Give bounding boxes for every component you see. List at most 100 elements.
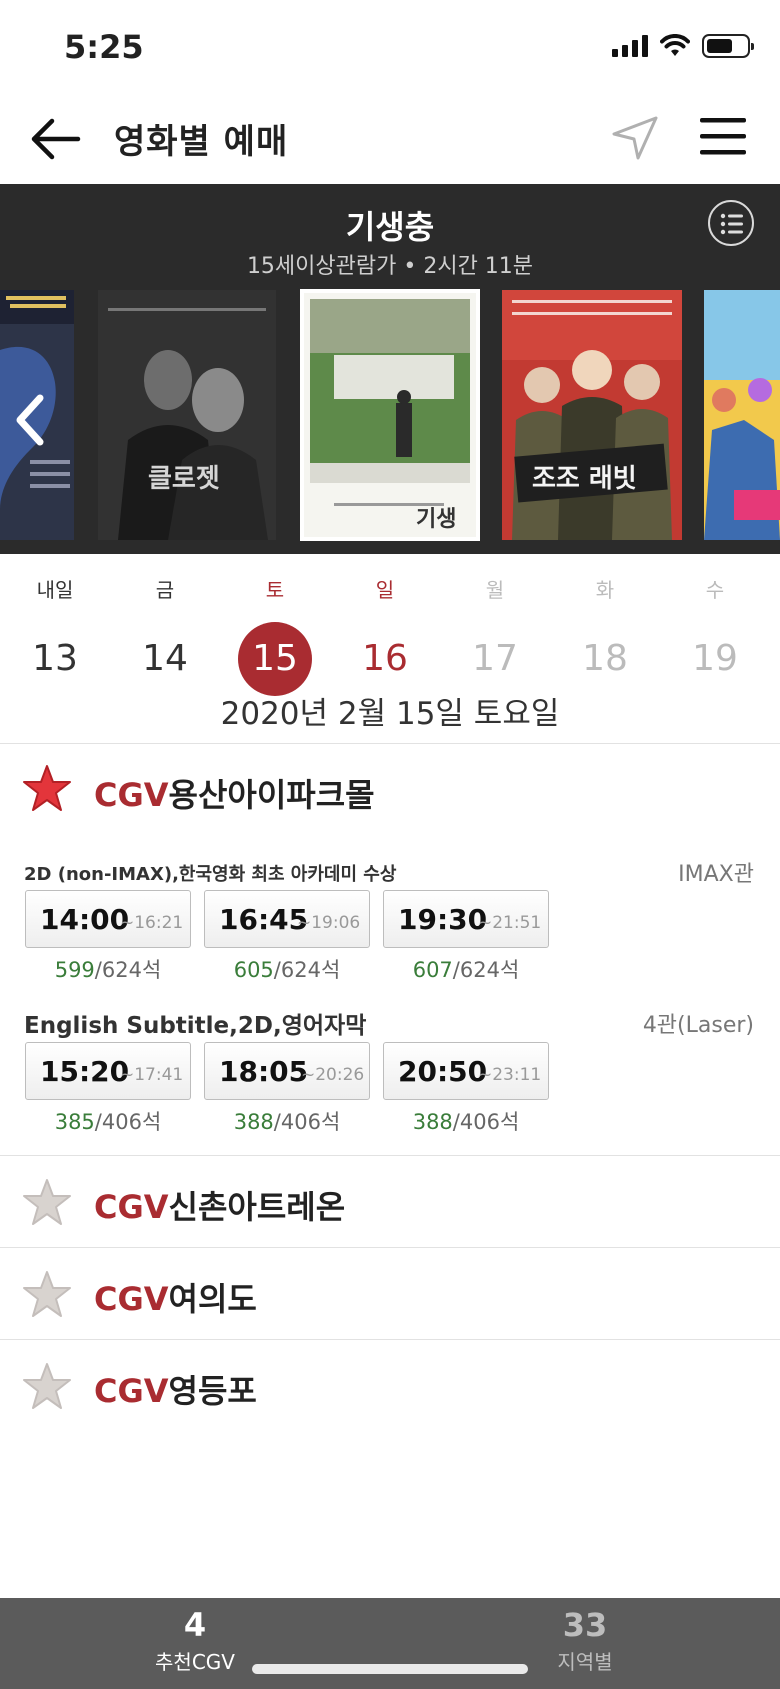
date-weekday: 화 [595,578,615,602]
theater-header[interactable]: CGV용산아이파크몰 [0,744,780,832]
theater-brand: CGV [94,1372,169,1410]
seat-availability: 599/624석 [25,954,191,984]
cellular-signal-icon [612,35,648,57]
poster-image [704,290,780,540]
seats-available: 388 [233,1110,274,1134]
theater-name: CGV영등포 [94,1366,257,1412]
back-arrow-icon[interactable] [28,114,84,164]
movie-header: 기생충 15세이상관람가 • 2시간 11분 클로젯 기생 조조 래빗 [0,184,780,554]
movie-rating-runtime: 15세이상관람가 • 2시간 11분 [246,254,534,279]
date-number: 18 [582,638,628,679]
date-item[interactable]: 수 19 [660,554,770,696]
date-weekday: 월 [485,578,505,602]
theater-branch: 영등포 [168,1372,257,1410]
date-item-selected[interactable]: 토 15 [220,554,330,696]
date-number: 16 [362,638,408,679]
date-selector: 내일 13 금 14 토 15 일 16 월 17 화 18 수 19 2020… [0,554,780,744]
page-title: 영화별 예매 [114,122,289,162]
status-time: 5:25 [64,28,144,66]
theater-row[interactable]: CGV영등포 [0,1340,780,1431]
theater-branch: 여의도 [168,1280,257,1318]
selected-full-date: 2020년 2월 15일 토요일 [220,696,560,732]
status-bar: 5:25 [0,0,780,96]
theater-brand: CGV [94,1280,169,1318]
showtime-start: 19:30 [398,903,488,936]
movie-poster[interactable] [704,290,780,540]
movie-poster-selected[interactable]: 기생충 [300,289,480,541]
chevron-left-icon[interactable] [10,390,50,450]
seats-available: 599 [54,958,95,982]
seat-availability: 385/406석 [25,1106,191,1136]
date-item[interactable]: 내일 13 [0,554,110,696]
date-item[interactable]: 화 18 [550,554,660,696]
poster-title: 기생충 [416,507,457,532]
poster-title: 조조 래빗 [532,464,637,494]
date-number: 17 [472,638,518,679]
showtime-button[interactable]: 20:50 ~23:11 [383,1042,549,1100]
poster-title: 클로젯 [148,464,220,494]
seats-available: 605 [233,958,274,982]
favorite-star-icon[interactable] [22,1270,72,1318]
seats-total: /624석 [94,958,162,982]
poster-image [502,290,682,540]
theater-branch: 신촌아트레온 [168,1188,346,1226]
showtime-end: ~16:21 [120,913,184,933]
date-item[interactable]: 월 17 [440,554,550,696]
showtime-end: ~23:11 [478,1065,542,1085]
seats-available: 607 [412,958,453,982]
showtime-end: ~17:41 [120,1065,184,1085]
movie-list-button[interactable] [708,200,754,246]
date-weekday: 수 [705,578,725,602]
showtime-button[interactable]: 14:00 ~16:21 [25,890,191,948]
theater-row[interactable]: CGV신촌아트레온 [0,1156,780,1247]
showtime-start: 20:50 [398,1055,488,1088]
favorite-star-icon[interactable] [22,1362,72,1410]
showtime-button[interactable]: 18:05 ~20:26 [204,1042,370,1100]
bottom-tab-bar: 4 추천CGV 33 지역별 [0,1598,780,1689]
screening-hall: IMAX관 [678,862,754,887]
showtime-button[interactable]: 15:20 ~17:41 [25,1042,191,1100]
movie-poster[interactable]: 조조 래빗 [502,290,682,540]
date-item[interactable]: 금 14 [110,554,220,696]
seats-available: 388 [412,1110,453,1134]
theater-branch: 용산아이파크몰 [168,776,375,814]
seat-availability: 388/406석 [383,1106,549,1136]
tab-count: 4 [183,1606,207,1644]
date-number: 14 [142,638,188,679]
location-arrow-icon[interactable] [608,112,660,164]
status-icons [612,34,754,58]
movie-poster[interactable]: 클로젯 [98,290,276,540]
seats-total: /406석 [452,1110,520,1134]
battery-icon [702,34,754,58]
favorite-star-icon[interactable] [22,764,72,812]
showtime-button[interactable]: 16:45 ~19:06 [204,890,370,948]
date-number: 19 [692,638,738,679]
wifi-icon [660,34,690,56]
showtime-end: ~20:26 [301,1065,365,1085]
seats-total: /624석 [452,958,520,982]
seats-total: /406석 [94,1110,162,1134]
seat-availability: 607/624석 [383,954,549,984]
theater-row[interactable]: CGV여의도 [0,1248,780,1339]
seat-availability: 388/406석 [204,1106,370,1136]
showtime-button[interactable]: 19:30 ~21:51 [383,890,549,948]
seats-total: /406석 [273,1110,341,1134]
theater-name: CGV용산아이파크몰 [94,770,375,816]
screening-format: 2D (non-IMAX),한국영화 최초 아카데미 수상 [24,864,397,885]
movie-title: 기생충 [345,208,435,246]
hamburger-menu-icon[interactable] [698,114,748,158]
favorite-star-icon[interactable] [22,1178,72,1226]
showtime-start: 15:20 [40,1055,130,1088]
date-weekday: 내일 [36,578,74,602]
date-item[interactable]: 일 16 [330,554,440,696]
poster-image [98,290,276,540]
seats-available: 385 [54,1110,95,1134]
list-icon [720,213,743,235]
date-number: 13 [32,638,78,679]
home-indicator[interactable] [252,1664,528,1674]
showtime-start: 16:45 [219,903,309,936]
date-weekday: 일 [375,578,395,602]
top-navigation: 영화별 예매 [0,96,780,184]
date-weekday: 금 [155,578,175,602]
seats-total: /624석 [273,958,341,982]
